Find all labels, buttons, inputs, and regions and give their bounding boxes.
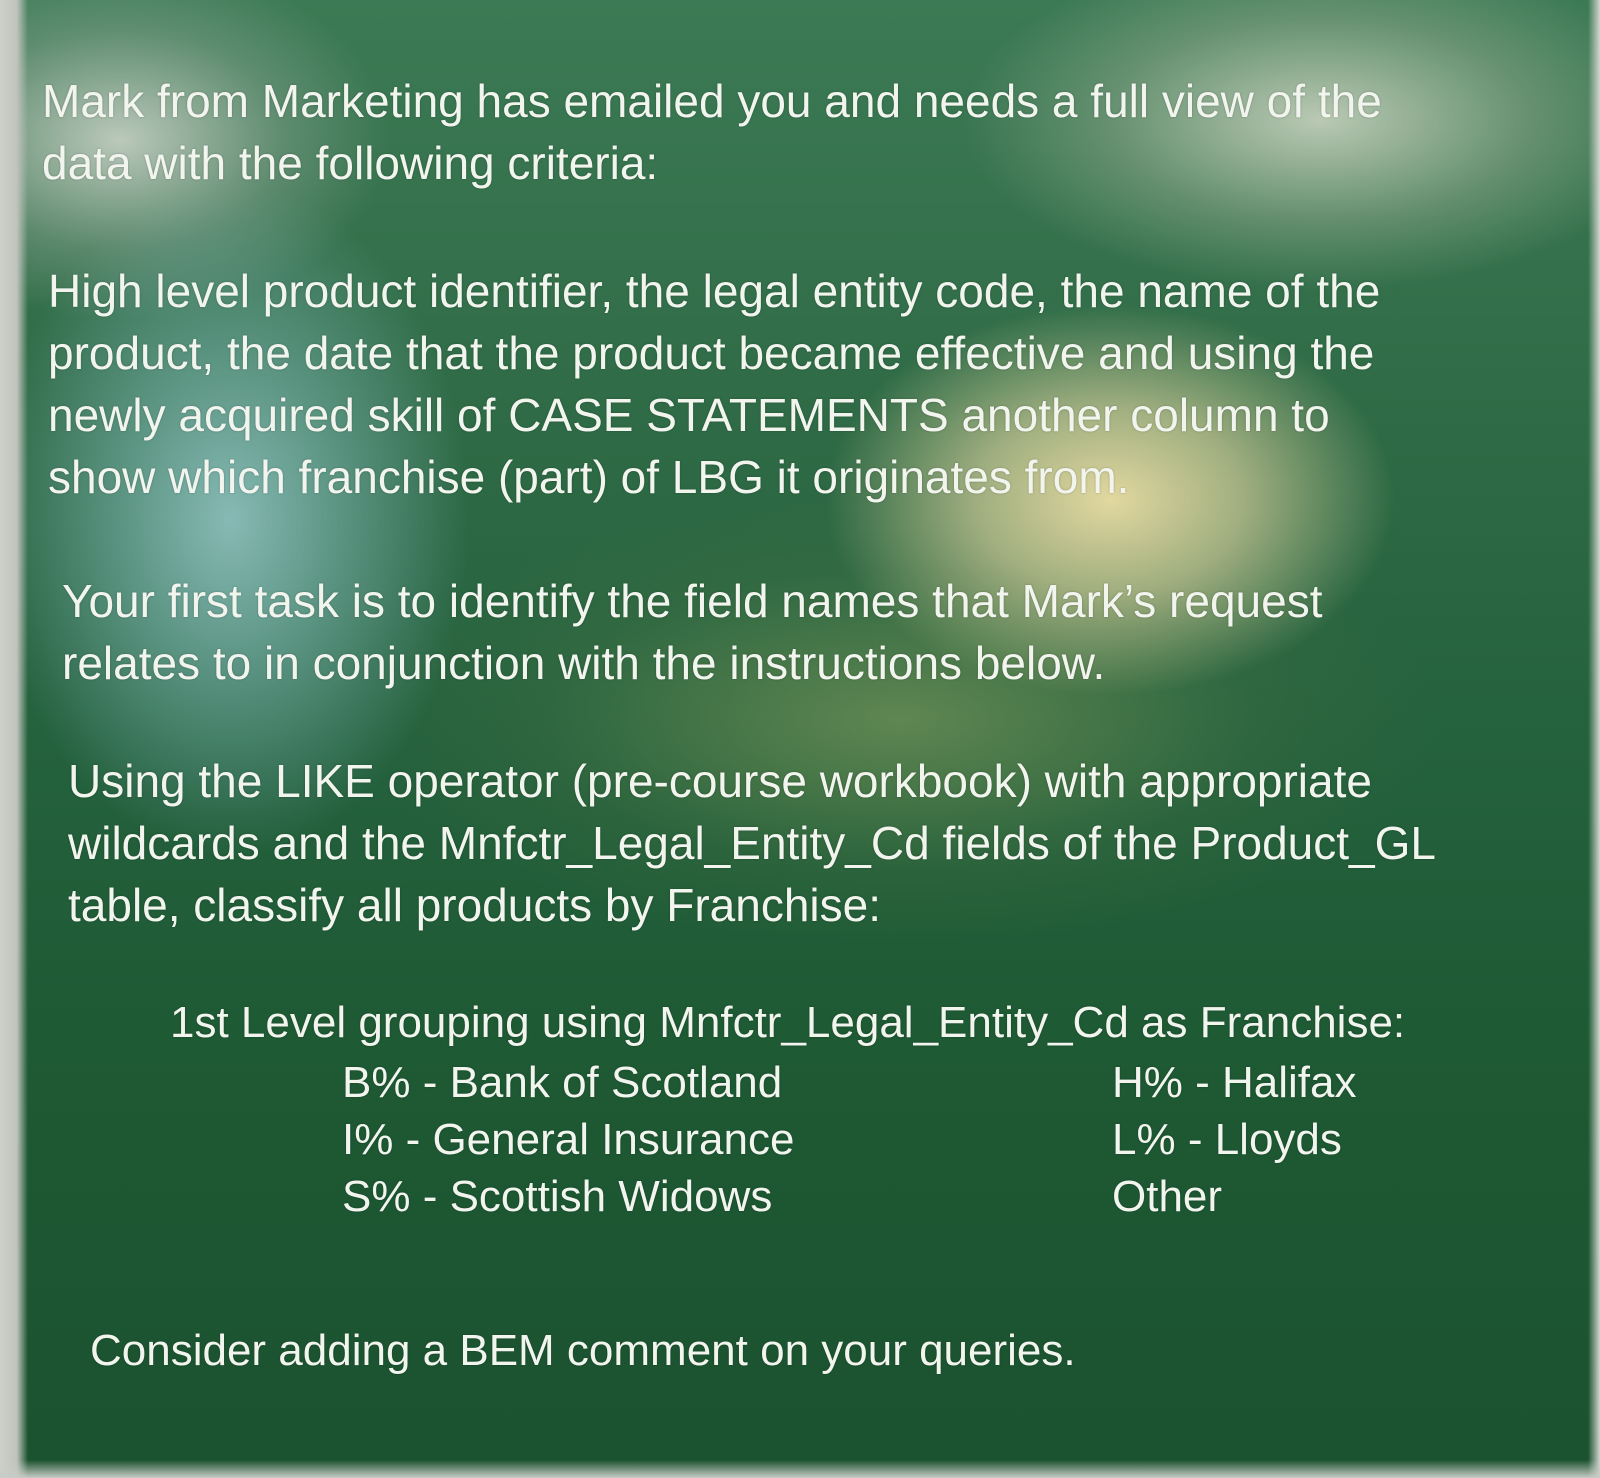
criteria-line-2: product, the date that the product becam… [48,327,1375,379]
monitor-bezel-bottom [0,1460,1600,1478]
criteria-paragraph: High level product identifier, the legal… [48,260,1380,508]
criteria-line-1: High level product identifier, the legal… [48,265,1381,317]
franchise-item: H% - Halifax [1112,1058,1357,1107]
like-line-2: wildcards and the Mnfctr_Legal_Entity_Cd… [68,817,1436,869]
franchise-item: Other [1112,1172,1223,1221]
grouping-heading: 1st Level grouping using Mnfctr_Legal_En… [170,998,1406,1047]
franchise-item: I% - General Insurance [342,1115,795,1164]
like-line-1: Using the LIKE operator (pre-course work… [68,755,1372,807]
franchise-item: B% - Bank of Scotland [342,1058,783,1107]
monitor-bezel-left [0,0,28,1478]
intro-line-2: data with the following criteria: [42,137,659,189]
task-line-1: Your first task is to identify the field… [62,575,1323,627]
franchise-item: L% - Lloyds [1112,1115,1342,1164]
intro-paragraph: Mark from Marketing has emailed you and … [42,70,1382,194]
task-paragraph: Your first task is to identify the field… [62,570,1323,694]
task-line-2: relates to in conjunction with the instr… [62,637,1106,689]
like-operator-paragraph: Using the LIKE operator (pre-course work… [68,750,1436,936]
monitor-bezel-right [1588,0,1600,1478]
franchise-list-right: H% - Halifax L% - Lloyds Other [1112,1054,1357,1225]
franchise-list-left: B% - Bank of Scotland I% - General Insur… [342,1054,794,1225]
presentation-slide: Mark from Marketing has emailed you and … [0,0,1600,1478]
like-line-3: table, classify all products by Franchis… [68,879,882,931]
criteria-line-4: show which franchise (part) of LBG it or… [48,451,1130,503]
closing-note: Consider adding a BEM comment on your qu… [90,1326,1076,1375]
intro-line-1: Mark from Marketing has emailed you and … [42,75,1382,127]
criteria-line-3: newly acquired skill of CASE STATEMENTS … [48,389,1330,441]
franchise-item: S% - Scottish Widows [342,1172,773,1221]
